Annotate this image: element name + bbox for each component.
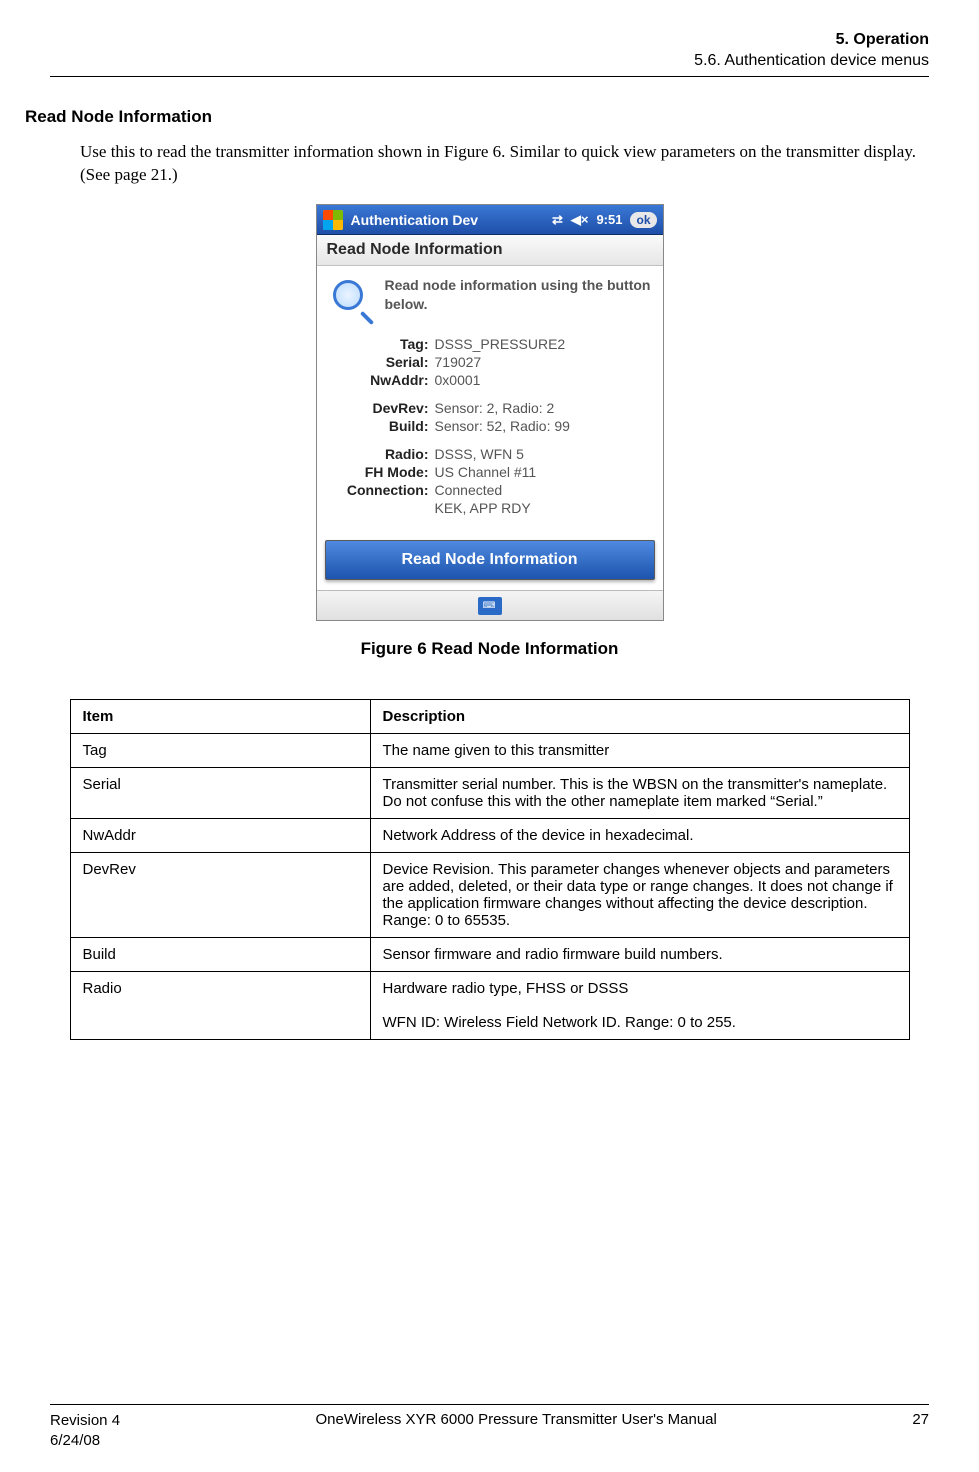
app-title: Authentication Dev xyxy=(351,212,552,228)
value-connection: Connected xyxy=(435,482,651,498)
label-radio: Radio: xyxy=(329,446,429,462)
panel-body: Read node information using the button b… xyxy=(317,266,663,534)
footer-date: 6/24/08 xyxy=(50,1431,120,1451)
table-row: SerialTransmitter serial number. This is… xyxy=(70,768,909,819)
connectivity-icon[interactable]: ⇄ xyxy=(552,212,563,228)
header-rule xyxy=(50,76,929,77)
node-info-grid: Tag: DSSS_PRESSURE2 Serial: 719027 NwAdd… xyxy=(329,336,651,516)
chapter-title: 5. Operation xyxy=(50,30,929,51)
start-menu-icon[interactable] xyxy=(323,210,343,230)
ok-button[interactable]: ok xyxy=(630,212,656,228)
intro-paragraph: Use this to read the transmitter informa… xyxy=(80,141,929,187)
footer-revision: Revision 4 xyxy=(50,1411,120,1431)
read-node-info-button[interactable]: Read Node Information xyxy=(325,540,655,580)
panel-title: Read Node Information xyxy=(317,235,663,266)
value-nwaddr: 0x0001 xyxy=(435,372,651,388)
label-build: Build: xyxy=(329,418,429,434)
hint-text: Read node information using the button b… xyxy=(385,276,651,312)
table-header-row: Item Description xyxy=(70,700,909,734)
label-connection: Connection: xyxy=(329,482,429,498)
table-row: BuildSensor firmware and radio firmware … xyxy=(70,938,909,972)
keyboard-icon[interactable]: ⌨ xyxy=(478,597,502,615)
magnifier-icon xyxy=(329,280,373,324)
description-table: Item Description TagThe name given to th… xyxy=(70,699,910,1040)
label-tag: Tag: xyxy=(329,336,429,352)
label-nwaddr: NwAddr: xyxy=(329,372,429,388)
section-title: 5.6. Authentication device menus xyxy=(50,51,929,72)
label-devrev: DevRev: xyxy=(329,400,429,416)
value-connection-extra: KEK, APP RDY xyxy=(435,500,651,516)
window-titlebar: Authentication Dev ⇄ ◀× 9:51 ok xyxy=(317,205,663,235)
clock-text[interactable]: 9:51 xyxy=(596,212,622,227)
figure-caption: Figure 6 Read Node Information xyxy=(50,639,929,659)
value-serial: 719027 xyxy=(435,354,651,370)
table-row: NwAddrNetwork Address of the device in h… xyxy=(70,819,909,853)
value-devrev: Sensor: 2, Radio: 2 xyxy=(435,400,651,416)
table-row: RadioHardware radio type, FHSS or DSSS W… xyxy=(70,972,909,1040)
label-serial: Serial: xyxy=(329,354,429,370)
table-row: TagThe name given to this transmitter xyxy=(70,734,909,768)
section-heading: Read Node Information xyxy=(25,107,929,127)
col-header-desc: Description xyxy=(370,700,909,734)
value-build: Sensor: 52, Radio: 99 xyxy=(435,418,651,434)
sip-bar: ⌨ xyxy=(317,590,663,620)
footer-page-number: 27 xyxy=(912,1411,929,1428)
page-footer: Revision 4 6/24/08 OneWireless XYR 6000 … xyxy=(50,1404,929,1450)
value-radio: DSSS, WFN 5 xyxy=(435,446,651,462)
device-screenshot: Authentication Dev ⇄ ◀× 9:51 ok Read Nod… xyxy=(316,204,664,621)
footer-manual-title: OneWireless XYR 6000 Pressure Transmitte… xyxy=(120,1411,912,1428)
page-header: 5. Operation 5.6. Authentication device … xyxy=(50,30,929,72)
value-tag: DSSS_PRESSURE2 xyxy=(435,336,651,352)
value-fhmode: US Channel #11 xyxy=(435,464,651,480)
table-row: DevRevDevice Revision. This parameter ch… xyxy=(70,853,909,938)
label-fhmode: FH Mode: xyxy=(329,464,429,480)
col-header-item: Item xyxy=(70,700,370,734)
volume-icon[interactable]: ◀× xyxy=(571,212,589,228)
